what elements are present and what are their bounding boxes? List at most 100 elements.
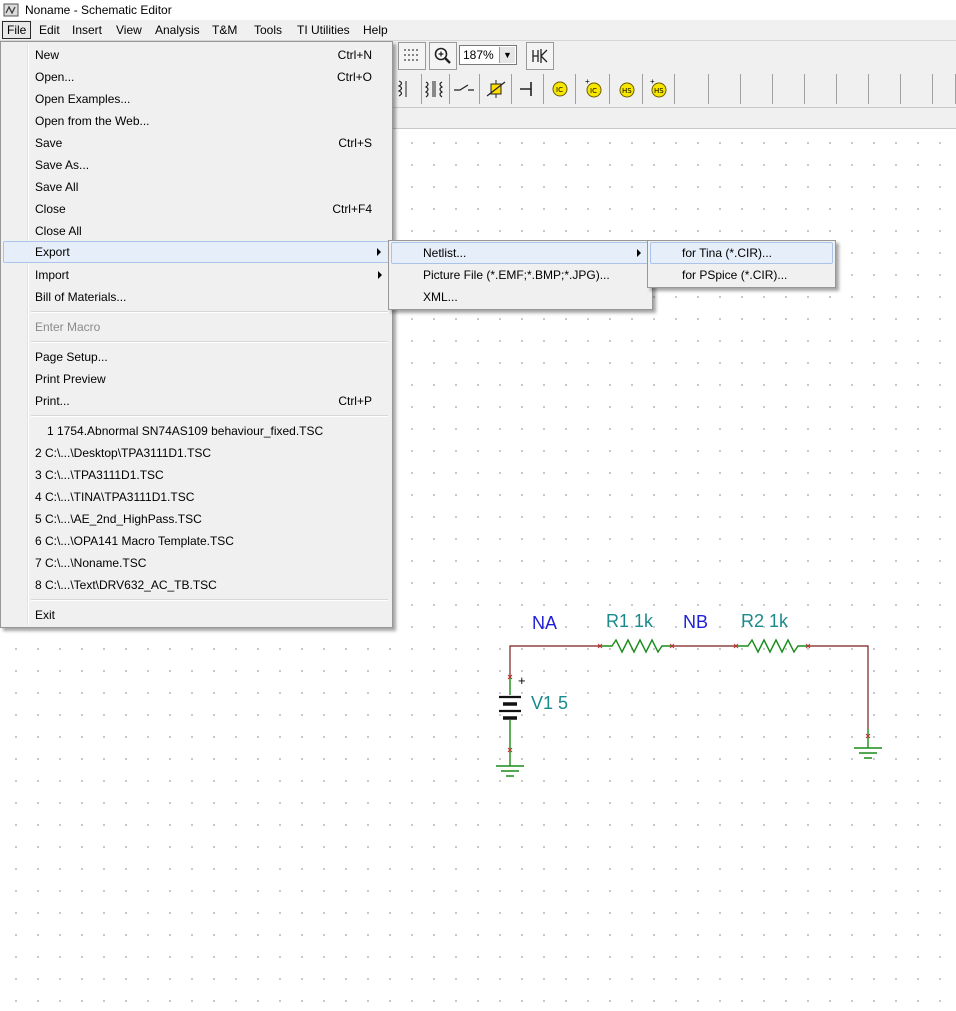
menu-item-bill-of-materials[interactable]: Bill of Materials... [3, 286, 390, 308]
palette-empty-5[interactable] [805, 74, 837, 104]
palette-empty-8[interactable] [901, 74, 933, 104]
menu-item-save-as[interactable]: Save As... [3, 154, 390, 176]
palette-empty-3[interactable] [741, 74, 773, 104]
net-label-nb[interactable]: NB [683, 612, 708, 632]
title-bar: Noname - Schematic Editor [0, 0, 956, 21]
menu-item-label: New [35, 48, 60, 62]
menu-item-label: Open Examples... [35, 92, 131, 106]
grid-toggle-button[interactable] [398, 42, 426, 70]
menu-tm[interactable]: T&M [212, 23, 237, 37]
menu-view[interactable]: View [116, 23, 142, 37]
zoom-button[interactable] [429, 42, 457, 70]
window-title: Noname - Schematic Editor [25, 3, 172, 17]
menu-insert[interactable]: Insert [72, 23, 102, 37]
resistor-r1[interactable] [600, 638, 672, 654]
wire-ground[interactable] [808, 645, 869, 729]
menu-tools[interactable]: Tools [254, 23, 282, 37]
menu-analysis[interactable]: Analysis [155, 23, 200, 37]
magnifier-icon [434, 47, 451, 64]
menu-item-picture-file[interactable]: Picture File (*.EMF;*.BMP;*.JPG)... [391, 264, 650, 286]
palette-switch[interactable] [448, 74, 480, 104]
palette-varistor[interactable] [480, 74, 512, 104]
menu-item-close[interactable]: Close Ctrl+F4 [3, 198, 390, 220]
menu-item-label: 3 C:\...\TPA3111D1.TSC [35, 468, 164, 482]
palette-empty-4[interactable] [773, 74, 805, 104]
switch-component-icon [532, 49, 548, 63]
menu-item-label: 2 C:\...\Desktop\TPA3111D1.TSC [35, 446, 212, 460]
menu-item-shortcut: Ctrl+P [338, 394, 372, 408]
menu-item-label: Print Preview [35, 372, 106, 386]
menu-item-recent-6[interactable]: 6 C:\...\OPA141 Macro Template.TSC [3, 530, 390, 552]
file-menu: New Ctrl+N Open... Ctrl+O Open Examples...… [0, 41, 393, 628]
ground-symbol-left[interactable] [496, 761, 524, 777]
menu-item-netlist[interactable]: Netlist... [391, 242, 650, 264]
menu-item-label: Exit [35, 608, 56, 622]
menu-item-close-all[interactable]: Close All [3, 220, 390, 242]
menu-item-label: Page Setup... [35, 350, 108, 364]
menu-item-label: Close All [35, 224, 82, 238]
hs-icon: HS [619, 82, 635, 98]
polarity-plus: + [518, 673, 526, 688]
menu-item-page-setup[interactable]: Page Setup... [3, 346, 390, 368]
zoom-value: 187% [463, 48, 494, 62]
menu-item-recent-1[interactable]: 1 1754.Abnormal SN74AS109 behaviour_fixe… [3, 420, 390, 442]
r1-label[interactable]: R1 1k [606, 611, 654, 631]
battery-v1[interactable] [499, 677, 521, 761]
menu-item-label: Save As... [35, 158, 90, 172]
menu-help[interactable]: Help [363, 23, 388, 37]
palette-hs[interactable]: HS [611, 74, 643, 104]
r2-label[interactable]: R2 1k [741, 611, 789, 631]
palette-empty-2[interactable] [709, 74, 741, 104]
ground-symbol-right[interactable] [854, 729, 882, 759]
palette-ic[interactable]: IC [544, 74, 576, 104]
menu-item-save[interactable]: Save Ctrl+S [3, 132, 390, 154]
net-label-na[interactable]: NA [532, 613, 557, 633]
menu-item-exit[interactable]: Exit [3, 604, 390, 626]
menu-item-label: 6 C:\...\OPA141 Macro Template.TSC [35, 534, 234, 548]
palette-hs-plus[interactable]: HS + [643, 74, 675, 104]
menu-item-label: Save All [35, 180, 79, 194]
menu-ti-utilities[interactable]: TI Utilities [297, 23, 350, 37]
palette-ic-plus[interactable]: IC + [578, 74, 610, 104]
chevron-right-icon [377, 248, 381, 256]
menu-item-label: Close [35, 202, 66, 216]
menu-item-netlist-tina[interactable]: for Tina (*.CIR)... [650, 242, 833, 264]
palette-empty-9[interactable] [933, 74, 956, 104]
resistor-r2[interactable] [736, 638, 808, 654]
menu-item-open-examples[interactable]: Open Examples... [3, 88, 390, 110]
menu-item-open-from-web[interactable]: Open from the Web... [3, 110, 390, 132]
menu-item-recent-3[interactable]: 3 C:\...\TPA3111D1.TSC [3, 464, 390, 486]
menu-item-label: Open from the Web... [35, 114, 150, 128]
palette-ground-terminal[interactable] [512, 74, 544, 104]
component-button[interactable] [526, 42, 554, 70]
menu-item-recent-4[interactable]: 4 C:\...\TINA\TPA3111D1.TSC [3, 486, 390, 508]
menu-item-label: for PSpice (*.CIR)... [682, 268, 788, 282]
menu-item-xml[interactable]: XML... [391, 286, 650, 308]
transformer-icon [397, 80, 407, 97]
menu-item-print-preview[interactable]: Print Preview [3, 368, 390, 390]
menu-edit[interactable]: Edit [39, 23, 60, 37]
chevron-down-icon[interactable]: ▼ [499, 47, 515, 63]
menu-item-label: Open... [35, 70, 75, 84]
menu-item-export[interactable]: Export [3, 241, 390, 263]
menu-file[interactable]: File [2, 21, 32, 39]
menu-item-recent-5[interactable]: 5 C:\...\AE_2nd_HighPass.TSC [3, 508, 390, 530]
palette-empty-7[interactable] [869, 74, 901, 104]
menu-item-new[interactable]: New Ctrl+N [3, 44, 390, 66]
menu-item-import[interactable]: Import [3, 264, 390, 286]
menu-item-netlist-pspice[interactable]: for PSpice (*.CIR)... [650, 264, 833, 286]
menu-separator [31, 341, 388, 343]
palette-empty-1[interactable] [677, 74, 709, 104]
menu-item-recent-2[interactable]: 2 C:\...\Desktop\TPA3111D1.TSC [3, 442, 390, 464]
menu-item-label: 5 C:\...\AE_2nd_HighPass.TSC [35, 512, 202, 526]
menu-item-recent-8[interactable]: 8 C:\...\Text\DRV632_AC_TB.TSC [3, 574, 390, 596]
palette-empty-6[interactable] [837, 74, 869, 104]
menu-item-open[interactable]: Open... Ctrl+O [3, 66, 390, 88]
menu-item-print[interactable]: Print... Ctrl+P [3, 390, 390, 412]
menu-item-enter-macro: Enter Macro [3, 316, 390, 338]
menu-item-save-all[interactable]: Save All [3, 176, 390, 198]
v1-label[interactable]: V1 5 [531, 693, 568, 713]
zoom-select[interactable]: 187% ▼ [459, 45, 517, 65]
palette-coupled-inductor[interactable] [418, 74, 450, 104]
menu-item-recent-7[interactable]: 7 C:\...\Noname.TSC [3, 552, 390, 574]
